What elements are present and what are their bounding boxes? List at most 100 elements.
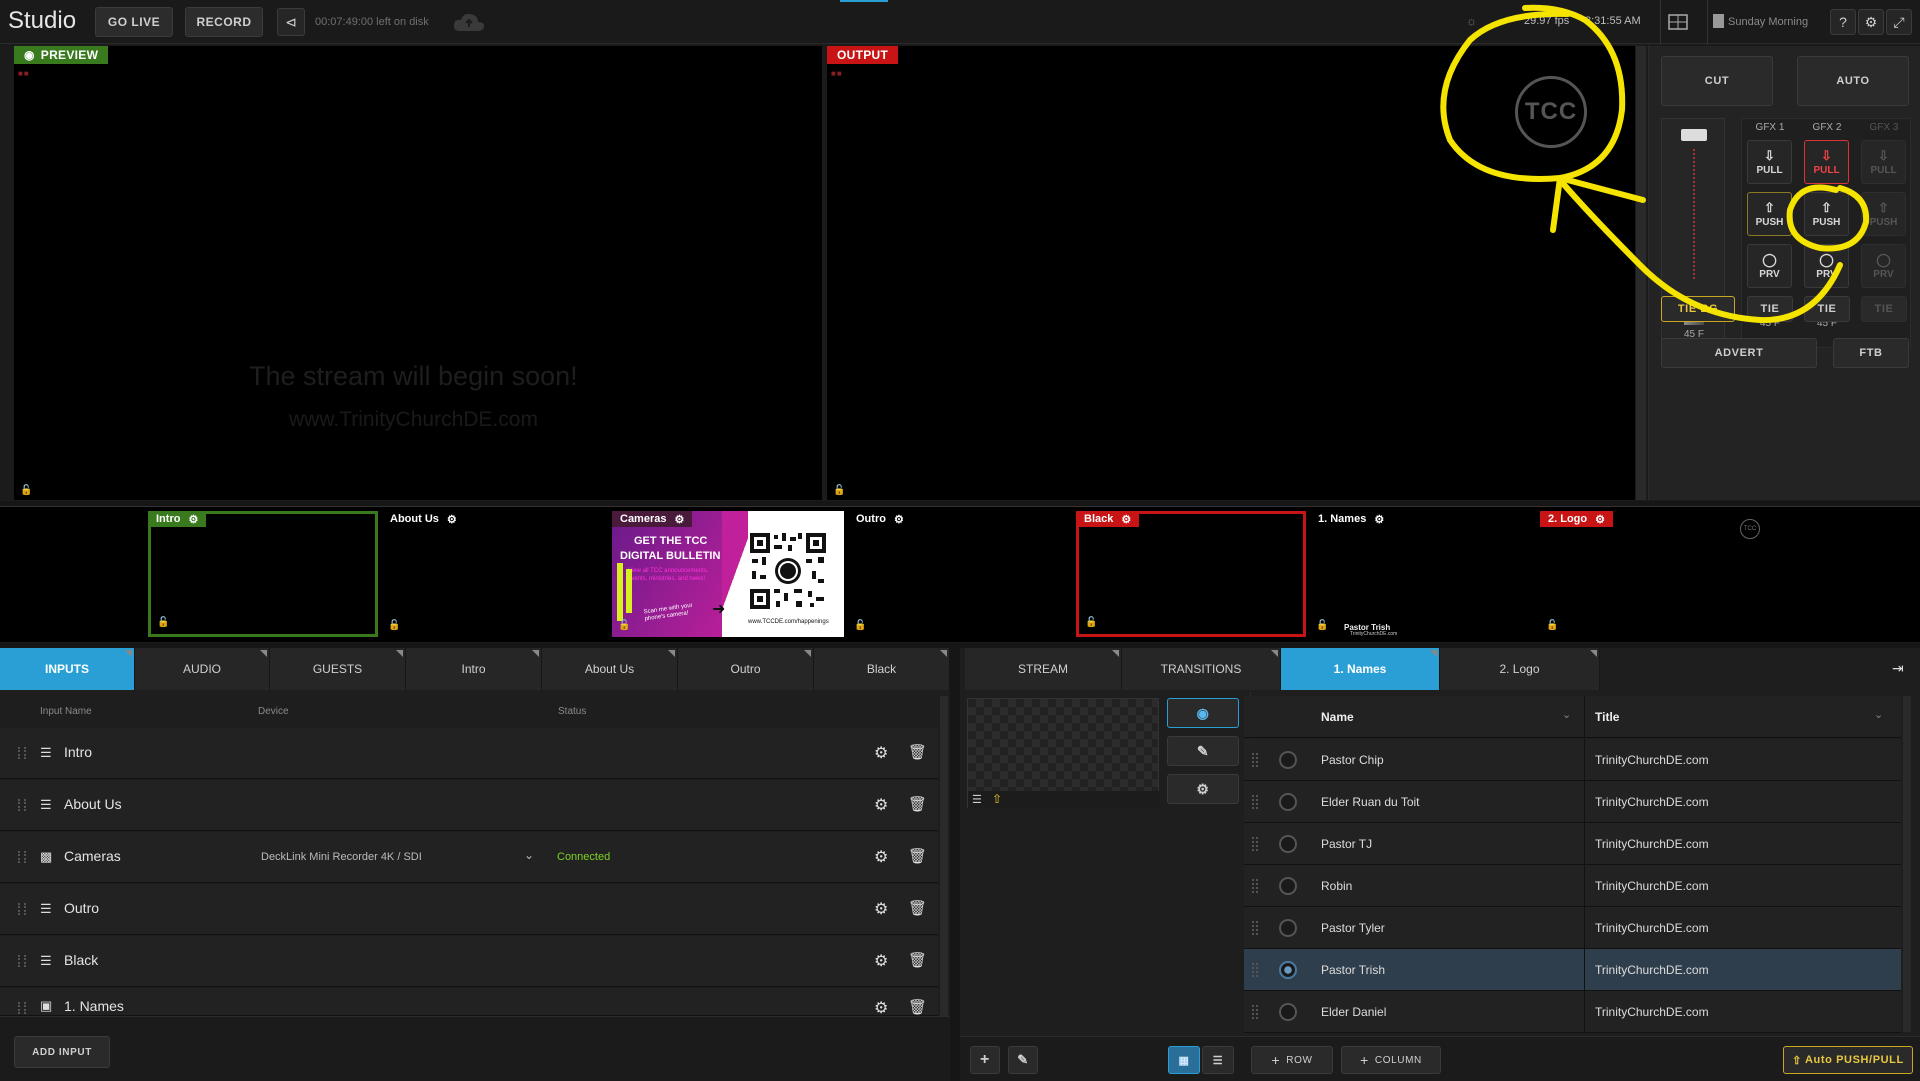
drag-handle-icon[interactable]: [1252, 795, 1258, 809]
input-row[interactable]: ☰ About Us ⚙ 🗑: [0, 780, 938, 831]
tie-bg-button[interactable]: TIE BG: [1661, 296, 1735, 322]
gear-icon[interactable]: ⚙: [874, 899, 888, 919]
row-name[interactable]: Pastor Chip: [1321, 753, 1384, 767]
tab-guests[interactable]: GUESTS: [270, 648, 406, 690]
drag-handle-icon[interactable]: [1252, 1005, 1258, 1019]
row-name[interactable]: Robin: [1321, 879, 1352, 893]
device-select[interactable]: DeckLink Mini Recorder 4K / SDI: [261, 851, 422, 863]
multiview-tile-names[interactable]: 1. Names ⚙ Pastor Trish TrinityChurchDE.c…: [1310, 511, 1540, 637]
advert-button[interactable]: ADVERT: [1661, 338, 1817, 368]
table-row-selected[interactable]: Pastor Trish TrinityChurchDE.com: [1244, 949, 1901, 991]
select-radio[interactable]: [1279, 1003, 1297, 1021]
gear-icon[interactable]: ⚙: [1858, 9, 1884, 35]
tab-black[interactable]: Black: [814, 648, 950, 690]
add-input-button[interactable]: ADD INPUT: [14, 1036, 110, 1068]
trash-icon[interactable]: 🗑: [908, 847, 927, 865]
row-title[interactable]: TrinityChurchDE.com: [1595, 837, 1709, 851]
trash-icon[interactable]: 🗑: [908, 795, 927, 813]
gear-icon[interactable]: ⚙: [674, 513, 684, 526]
tie-gfx1-button[interactable]: TIE: [1747, 296, 1793, 322]
tab-about-us[interactable]: About Us: [542, 648, 678, 690]
chevron-down-icon[interactable]: ⌄: [524, 848, 534, 862]
table-row[interactable]: Elder Daniel TrinityChurchDE.com: [1244, 991, 1901, 1033]
row-title[interactable]: TrinityChurchDE.com: [1595, 963, 1709, 977]
gear-icon[interactable]: ⚙: [894, 513, 904, 526]
row-title[interactable]: TrinityChurchDE.com: [1595, 795, 1709, 809]
panel-splitter[interactable]: [950, 648, 960, 1081]
trash-icon[interactable]: 🗑: [908, 743, 927, 761]
multiview-tile-intro[interactable]: Intro ⚙ 🔓: [148, 511, 378, 637]
graphic-thumbnail[interactable]: ☰ ⇧: [967, 698, 1160, 809]
drag-handle-icon[interactable]: [18, 903, 26, 915]
fullscreen-icon[interactable]: ⤢: [1886, 9, 1912, 35]
column-title[interactable]: Title: [1595, 710, 1619, 724]
input-row[interactable]: ☰ Outro ⚙ 🗑: [0, 884, 938, 935]
input-row[interactable]: ▩ Cameras DeckLink Mini Recorder 4K / SD…: [0, 832, 938, 883]
column-status[interactable]: Status: [558, 706, 586, 717]
table-row[interactable]: Elder Ruan du Toit TrinityChurchDE.com: [1244, 781, 1901, 823]
auto-push-pull-button[interactable]: ⇧ Auto PUSH/PULL: [1783, 1046, 1913, 1074]
edit-graphic-button[interactable]: ✎: [1167, 736, 1239, 766]
input-row[interactable]: ☰ Black ⚙ 🗑: [0, 936, 938, 987]
chevron-down-icon[interactable]: ⌄: [1874, 708, 1883, 721]
add-row-button[interactable]: + ROW: [1251, 1046, 1333, 1074]
go-live-button[interactable]: GO LIVE: [95, 7, 173, 37]
drag-handle-icon[interactable]: [18, 747, 26, 759]
lock-icon[interactable]: 🔓: [1316, 620, 1328, 631]
ftb-button[interactable]: FTB: [1833, 338, 1909, 368]
table-row[interactable]: Robin TrinityChurchDE.com: [1244, 865, 1901, 907]
graphic-settings-button[interactable]: ⚙: [1167, 774, 1239, 804]
select-radio[interactable]: [1279, 961, 1297, 979]
drag-handle-icon[interactable]: [18, 851, 26, 863]
lock-icon[interactable]: 🔓: [20, 485, 32, 496]
gfx2-push-button[interactable]: ⇧ PUSH: [1804, 192, 1849, 236]
lock-icon[interactable]: 🔓: [388, 620, 400, 631]
list-view-button[interactable]: ☰: [1202, 1046, 1234, 1074]
multiview-tile-logo[interactable]: 2. Logo ⚙ TCC 🔓: [1540, 511, 1770, 637]
gear-icon[interactable]: ⚙: [874, 795, 888, 815]
tab-logo[interactable]: 2. Logo: [1440, 648, 1600, 690]
t-bar-handle[interactable]: [1681, 129, 1707, 141]
row-name[interactable]: Elder Ruan du Toit: [1321, 795, 1420, 809]
preview-graphic-button[interactable]: ◉: [1167, 698, 1239, 728]
output-monitor[interactable]: OUTPUT ■■ TCC 🔓: [827, 46, 1635, 500]
record-button[interactable]: RECORD: [185, 7, 263, 37]
edit-button[interactable]: ✎: [1008, 1046, 1038, 1074]
table-row[interactable]: Pastor Tyler TrinityChurchDE.com: [1244, 907, 1901, 949]
trash-icon[interactable]: 🗑: [908, 899, 927, 917]
share-icon[interactable]: ⊲: [277, 8, 305, 36]
drag-handle-icon[interactable]: [1252, 837, 1258, 851]
tab-outro[interactable]: Outro: [678, 648, 814, 690]
select-radio[interactable]: [1279, 835, 1297, 853]
table-scrollbar[interactable]: [1903, 696, 1911, 1032]
select-radio[interactable]: [1279, 919, 1297, 937]
gear-icon[interactable]: ⚙: [188, 513, 198, 526]
gear-icon[interactable]: ⚙: [874, 951, 888, 971]
list-icon[interactable]: ☰: [972, 793, 982, 806]
lock-icon[interactable]: 🔓: [854, 620, 866, 631]
multiview-tile-about-us[interactable]: About Us ⚙ 🔓: [382, 511, 612, 637]
drag-handle-icon[interactable]: [1252, 879, 1258, 893]
tie-gfx3-button[interactable]: TIE: [1861, 296, 1907, 322]
trash-icon[interactable]: 🗑: [908, 951, 927, 969]
gear-icon[interactable]: ⚙: [874, 847, 888, 867]
gfx2-pull-button[interactable]: ⇩ PULL: [1804, 140, 1849, 184]
column-name[interactable]: Name: [1321, 710, 1354, 724]
scene-name[interactable]: Sunday Morning: [1728, 16, 1808, 28]
gear-icon[interactable]: ⚙: [1595, 513, 1605, 526]
table-row[interactable]: Pastor Chip TrinityChurchDE.com: [1244, 739, 1901, 781]
row-name[interactable]: Pastor TJ: [1321, 837, 1372, 851]
gear-icon[interactable]: ⚙: [874, 743, 888, 763]
gear-icon[interactable]: ⚙: [1374, 513, 1384, 526]
gfx3-pull-button[interactable]: ⇩ PULL: [1861, 140, 1906, 184]
drag-handle-icon[interactable]: [18, 955, 26, 967]
monitor-scrollbar[interactable]: [1636, 46, 1646, 500]
tab-names[interactable]: 1. Names: [1281, 648, 1440, 690]
row-name[interactable]: Pastor Trish: [1321, 963, 1385, 977]
tab-inputs[interactable]: INPUTS: [0, 648, 135, 690]
inputs-scrollbar[interactable]: [940, 696, 948, 1036]
drag-handle-icon[interactable]: [1252, 921, 1258, 935]
lock-icon[interactable]: 🔓: [157, 617, 169, 628]
select-radio[interactable]: [1279, 877, 1297, 895]
multiview-tile-black[interactable]: Black ⚙ 🔓: [1076, 511, 1306, 637]
